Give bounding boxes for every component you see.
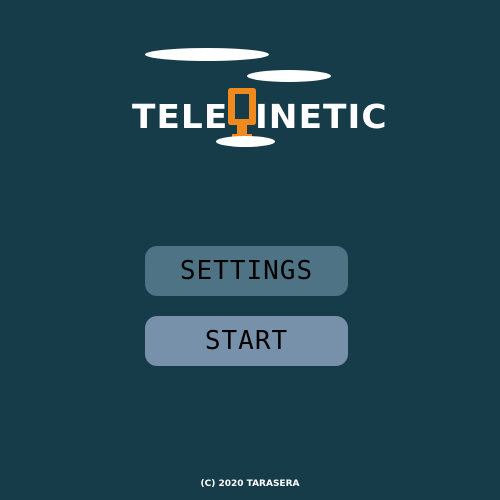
settings-button[interactable]: SETTINGS bbox=[145, 246, 348, 296]
logo-text-right: INETIC bbox=[255, 97, 388, 136]
copyright-text: (C) 2020 TARASERA bbox=[200, 479, 300, 489]
start-button[interactable]: START bbox=[145, 316, 348, 366]
settings-button-label: SETTINGS bbox=[179, 256, 314, 286]
cloud-decoration bbox=[216, 136, 275, 147]
start-button-label: START bbox=[204, 326, 289, 356]
cloud-decoration bbox=[247, 70, 331, 82]
logo-accent-letter: Q bbox=[228, 88, 256, 140]
cloud-decoration bbox=[145, 48, 269, 61]
logo-text-left: TELE bbox=[132, 97, 229, 136]
title-screen: TELE Q INETIC SETTINGS START (C) 2020 TA… bbox=[0, 0, 500, 500]
